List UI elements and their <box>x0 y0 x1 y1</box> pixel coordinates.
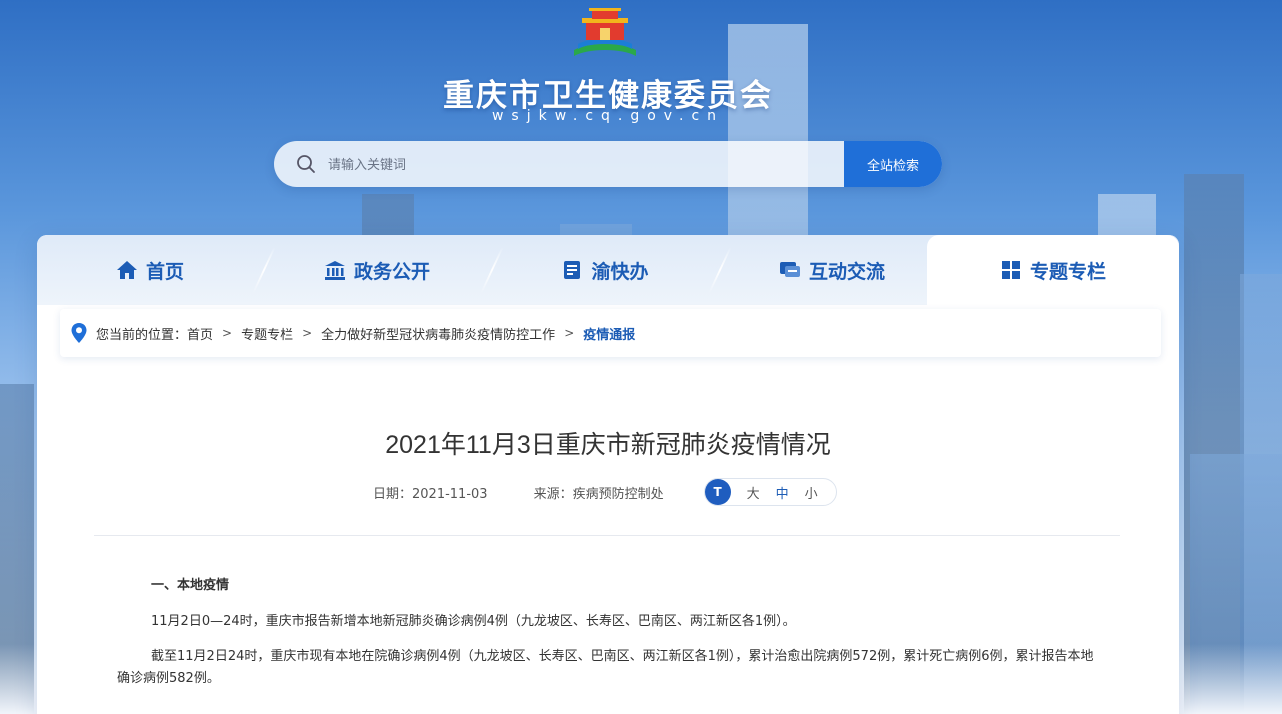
breadcrumb-epidemic-report[interactable]: 疫情通报 <box>583 324 635 343</box>
font-size-small[interactable]: 小 <box>805 483 818 502</box>
breadcrumb-special-topics[interactable]: 专题专栏 <box>241 324 293 343</box>
search-button[interactable]: 全站检索 <box>844 141 942 187</box>
search-bar: 全站检索 <box>274 141 942 187</box>
tab-home-label: 首页 <box>145 260 184 283</box>
building-icon <box>324 261 345 280</box>
tab-government-affairs[interactable]: 政务公开 <box>263 235 491 305</box>
breadcrumb-separator: > <box>564 326 575 340</box>
paragraph: 截至11月2日24时，重庆市现有本地在院确诊病例4例（九龙坡区、长寿区、巴南区、… <box>117 649 1094 686</box>
breadcrumb-separator: > <box>222 326 233 340</box>
paragraph: 11月2日0—24时，重庆市报告新增本地新冠肺炎确诊病例4例（九龙坡区、长寿区、… <box>151 614 796 629</box>
grid-icon <box>1001 261 1020 279</box>
article-source: 来源：疾病预防控制处 <box>533 486 664 502</box>
search-input[interactable] <box>328 152 828 176</box>
breadcrumb-covid-prevention[interactable]: 全力做好新型冠状病毒肺炎疫情防控工作 <box>321 324 555 343</box>
tab-home[interactable]: 首页 <box>37 235 263 305</box>
tab-special-topics[interactable]: 专题专栏 <box>927 235 1179 305</box>
tab-yukuaiban-label: 渝快办 <box>591 260 649 283</box>
document-icon <box>564 261 581 279</box>
site-domain: wsjkw.cq.gov.cn <box>491 108 725 124</box>
nav-tabs: 首页 政务公开 渝快办 互动交流 专题专栏 <box>37 235 1179 305</box>
font-size-control: T 大 中 小 <box>703 478 837 506</box>
chat-icon <box>779 262 800 277</box>
breadcrumb-separator: > <box>302 326 313 340</box>
article-date: 日期：2021-11-03 <box>373 486 488 502</box>
search-icon <box>297 155 315 173</box>
article-body: 一、本地疫情 11月2日0—24时，重庆市报告新增本地新冠肺炎确诊病例4例（九龙… <box>117 575 1097 703</box>
font-size-large[interactable]: 大 <box>747 483 760 502</box>
section-heading: 一、本地疫情 <box>151 578 230 593</box>
tab-interaction[interactable]: 互动交流 <box>719 235 945 305</box>
divider <box>94 535 1120 536</box>
tiananmen-logo-icon <box>574 8 636 56</box>
article-title: 2021年11月3日重庆市新冠肺炎疫情情况 <box>385 431 831 459</box>
tab-government-affairs-label: 政务公开 <box>353 260 430 283</box>
main-panel: 首页 政务公开 渝快办 互动交流 专题专栏 您当前的位置： 首页 > 专题专栏 <box>37 235 1179 714</box>
breadcrumb: 您当前的位置： 首页 > 专题专栏 > 全力做好新型冠状病毒肺炎疫情防控工作 >… <box>60 309 1161 357</box>
home-icon <box>116 261 137 279</box>
font-size-badge-icon: T <box>704 479 731 505</box>
location-pin-icon <box>71 323 87 343</box>
tab-yukuaiban[interactable]: 渝快办 <box>491 235 719 305</box>
breadcrumb-prefix: 您当前的位置： <box>96 327 188 343</box>
font-size-medium[interactable]: 中 <box>776 483 789 502</box>
article-meta: 日期：2021-11-03 来源：疾病预防控制处 T 大 中 小 <box>373 478 837 506</box>
tab-special-topics-label: 专题专栏 <box>1029 260 1106 283</box>
breadcrumb-home[interactable]: 首页 <box>187 324 213 343</box>
tab-interaction-label: 互动交流 <box>808 260 885 283</box>
